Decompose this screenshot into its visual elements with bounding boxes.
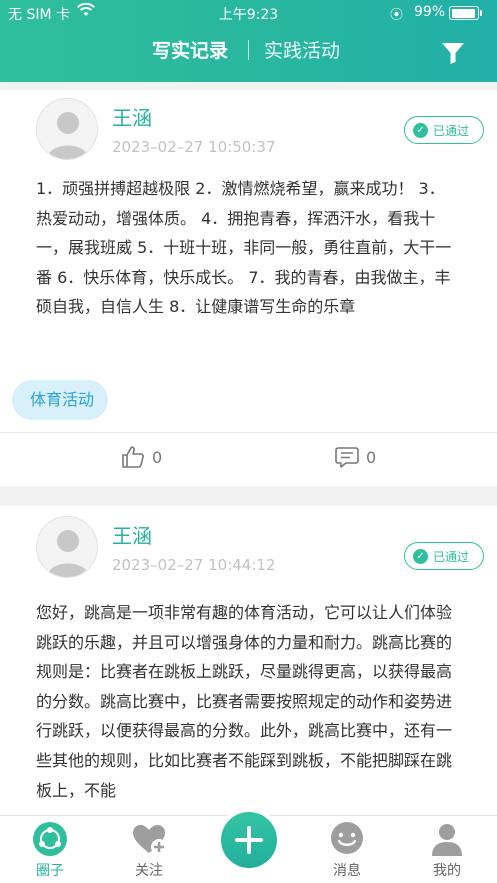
comment-button[interactable]: 0 <box>334 442 376 472</box>
tab-records[interactable]: 写实记录 <box>152 36 228 63</box>
post-feed[interactable]: 王涵 2023–02–27 10:50:37 ✓ 已通过 1．顽强拼搏超越极限 … <box>0 82 497 815</box>
avatar[interactable] <box>36 516 98 578</box>
tab-label: 消息 <box>333 863 361 879</box>
header-tabs: 写实记录 实践活动 <box>0 30 497 66</box>
plus-icon <box>235 826 263 854</box>
battery-icon <box>449 6 482 20</box>
activity-tag[interactable]: 体育活动 <box>12 380 109 420</box>
post-time: 2023–02–27 10:44:12 <box>112 556 276 574</box>
tab-activities[interactable]: 实践活动 <box>264 36 340 63</box>
bottom-tab-bar: 圈子 关注 消息 我的 <box>0 808 497 883</box>
comment-icon <box>335 447 359 468</box>
post-content: 1．顽强拼搏超越极限 2．激情燃烧希望，赢来成功！ 3．热爱动动，增强体质。 4… <box>36 179 452 317</box>
divider <box>0 432 497 433</box>
check-icon: ✓ <box>413 122 428 138</box>
person-icon <box>432 824 462 856</box>
check-icon: ✓ <box>413 548 428 564</box>
rotation-lock-icon: ⦿ <box>390 8 404 23</box>
like-count: 0 <box>152 447 163 467</box>
like-button[interactable]: 0 <box>120 442 162 472</box>
avatar[interactable] <box>36 98 98 160</box>
comment-count: 0 <box>366 447 377 467</box>
tab-follow[interactable]: 关注 <box>99 816 199 883</box>
approved-badge: ✓ 已通过 <box>404 542 484 570</box>
filter-icon[interactable] <box>440 40 466 66</box>
thumbs-up-icon <box>122 446 144 468</box>
heart-plus-icon <box>133 825 167 855</box>
tab-label: 圈子 <box>36 863 64 879</box>
tab-circle[interactable]: 圈子 <box>0 816 100 883</box>
post-card: 王涵 2023–02–27 10:44:12 ✓ 已通过 您好，跳高是一项非常有… <box>0 506 497 815</box>
battery-percent: 99% <box>414 4 446 20</box>
circle-icon <box>33 822 67 856</box>
badge-label: 已通过 <box>433 123 470 138</box>
status-bar: 无 SIM 卡 上午9:23 ⦿ 99% <box>0 0 497 26</box>
tab-divider <box>248 40 249 60</box>
post-time: 2023–02–27 10:50:37 <box>112 138 276 156</box>
badge-label: 已通过 <box>433 549 470 564</box>
add-post-button[interactable] <box>217 808 281 872</box>
tab-mine[interactable]: 我的 <box>397 816 497 883</box>
chat-icon <box>331 822 363 854</box>
user-name[interactable]: 王涵 <box>112 520 152 549</box>
tab-messages[interactable]: 消息 <box>297 816 397 883</box>
post-content: 您好，跳高是一项非常有趣的体育活动，它可以让人们体验跳跃的乐趣，并且可以增强身体… <box>36 603 452 800</box>
approved-badge: ✓ 已通过 <box>404 116 484 144</box>
app-header: 无 SIM 卡 上午9:23 ⦿ 99% 写实记录 实践活动 <box>0 0 497 82</box>
tab-label: 我的 <box>433 863 461 879</box>
post-card: 王涵 2023–02–27 10:50:37 ✓ 已通过 1．顽强拼搏超越极限 … <box>0 90 497 486</box>
tab-label: 关注 <box>135 863 163 879</box>
user-name[interactable]: 王涵 <box>112 102 152 131</box>
